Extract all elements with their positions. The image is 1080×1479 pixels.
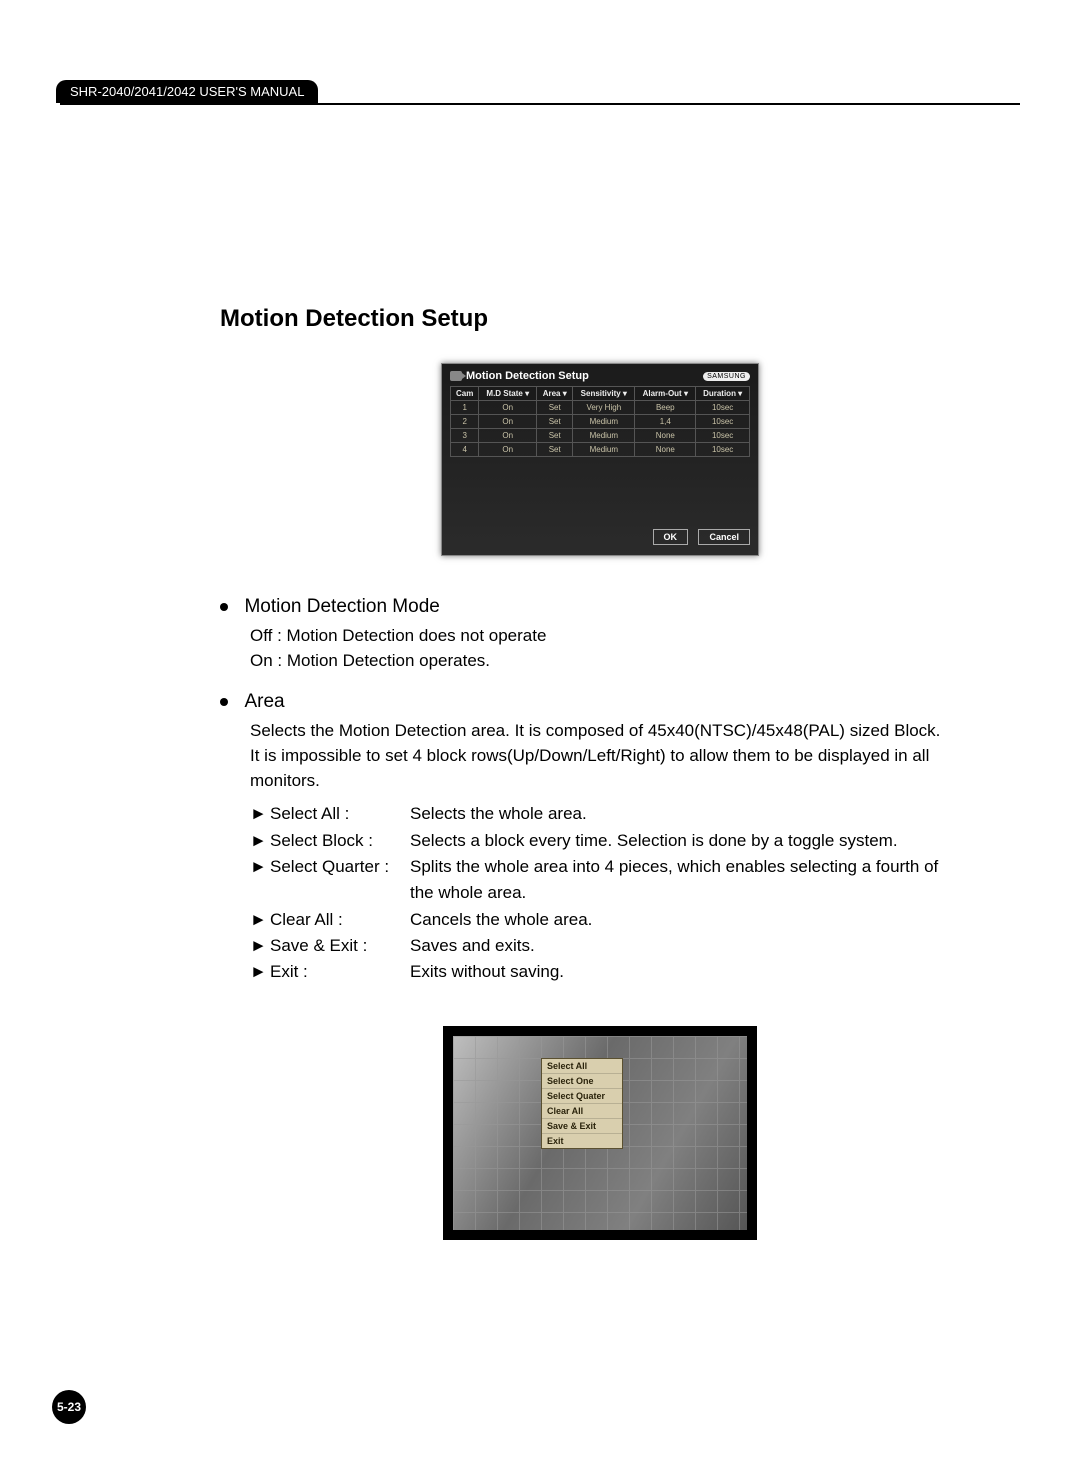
camera-icon [450, 371, 462, 381]
item-label: Save & Exit : [270, 933, 410, 959]
table-row[interactable]: 3 On Set Medium None 10sec [451, 429, 750, 443]
header-rule [60, 103, 1020, 105]
col-sensitivity[interactable]: Sensitivity ▾ [573, 387, 635, 401]
mode-on-text: On : Motion Detection operates. [250, 649, 980, 674]
list-item: ► Select Block : Selects a block every t… [250, 828, 980, 854]
item-label: Select All : [270, 801, 410, 827]
item-label: Exit : [270, 959, 410, 985]
area-desc-1: Selects the Motion Detection area. It is… [250, 719, 980, 744]
item-desc: Cancels the whole area. [410, 907, 980, 933]
list-item: ► Clear All : Cancels the whole area. [250, 907, 980, 933]
item-desc: Splits the whole area into 4 pieces, whi… [410, 854, 980, 880]
bullet-icon [220, 698, 228, 706]
list-item: ► Exit : Exits without saving. [250, 959, 980, 985]
menu-item-save-exit[interactable]: Save & Exit [542, 1119, 622, 1134]
area-desc-2: It is impossible to set 4 block rows(Up/… [250, 744, 980, 793]
arrow-icon: ► [250, 828, 270, 854]
item-label: Select Block : [270, 828, 410, 854]
table-header-row: Cam M.D State ▾ Area ▾ Sensitivity ▾ Ala… [451, 387, 750, 401]
arrow-icon: ► [250, 854, 270, 880]
setup-table: Cam M.D State ▾ Area ▾ Sensitivity ▾ Ala… [450, 386, 750, 457]
item-desc-cont: the whole area. [410, 880, 980, 906]
context-menu[interactable]: Select All Select One Select Quater Clea… [541, 1058, 623, 1149]
col-alarmout[interactable]: Alarm-Out ▾ [635, 387, 696, 401]
table-row[interactable]: 2 On Set Medium 1,4 10sec [451, 415, 750, 429]
menu-item-select-one[interactable]: Select One [542, 1074, 622, 1089]
menu-item-select-quater[interactable]: Select Quater [542, 1089, 622, 1104]
item-desc: Exits without saving. [410, 959, 980, 985]
bullet-title: Area [244, 691, 284, 712]
col-mdstate[interactable]: M.D State ▾ [479, 387, 537, 401]
ok-button[interactable]: OK [653, 529, 689, 545]
col-duration[interactable]: Duration ▾ [696, 387, 750, 401]
table-row[interactable]: 1 On Set Very High Beep 10sec [451, 401, 750, 415]
bullet-title: Motion Detection Mode [244, 596, 439, 617]
item-desc: Selects the whole area. [410, 801, 980, 827]
col-cam: Cam [451, 387, 479, 401]
cancel-button[interactable]: Cancel [698, 529, 750, 545]
header-tab: SHR-2040/2041/2042 USER'S MANUAL [60, 80, 1020, 103]
section-title: Motion Detection Setup [220, 305, 980, 333]
list-item: ► Select All : Selects the whole area. [250, 801, 980, 827]
arrow-icon: ► [250, 933, 270, 959]
area-sublist: ► Select All : Selects the whole area. ►… [250, 801, 980, 985]
list-item: ► Save & Exit : Saves and exits. [250, 933, 980, 959]
arrow-icon: ► [250, 907, 270, 933]
item-desc: Saves and exits. [410, 933, 980, 959]
arrow-icon: ► [250, 959, 270, 985]
manual-title: SHR-2040/2041/2042 USER'S MANUAL [56, 80, 318, 103]
list-item: ► Select Quarter : Splits the whole area… [250, 854, 980, 880]
mode-off-text: Off : Motion Detection does not operate [250, 624, 980, 649]
motion-detection-setup-dialog: Motion Detection Setup SAMSUNG Cam M.D S… [441, 363, 759, 556]
item-desc: Selects a block every time. Selection is… [410, 828, 980, 854]
table-row[interactable]: 4 On Set Medium None 10sec [451, 443, 750, 457]
item-label: Select Quarter : [270, 854, 410, 880]
menu-item-select-all[interactable]: Select All [542, 1059, 622, 1074]
brand-logo: SAMSUNG [703, 372, 750, 381]
col-area[interactable]: Area ▾ [537, 387, 573, 401]
dialog-title: Motion Detection Setup [450, 370, 589, 382]
menu-item-clear-all[interactable]: Clear All [542, 1104, 622, 1119]
bullet-icon [220, 603, 228, 611]
bullet-motion-mode: Motion Detection Mode [220, 596, 980, 618]
menu-item-exit[interactable]: Exit [542, 1134, 622, 1148]
area-selection-preview: Select All Select One Select Quater Clea… [443, 1026, 757, 1240]
arrow-icon: ► [250, 801, 270, 827]
bullet-area: Area [220, 691, 980, 713]
item-label: Clear All : [270, 907, 410, 933]
page-number-badge: 5-23 [52, 1390, 86, 1424]
